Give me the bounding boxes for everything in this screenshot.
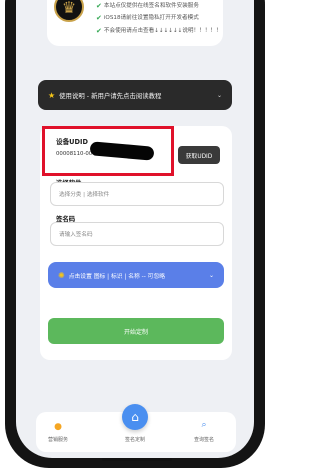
- check-icon: ✔: [96, 2, 102, 10]
- settings-button-label: 点击设置 图标 | 标识 | 名称 -- 可忽略: [68, 273, 166, 280]
- help-icon[interactable]: ●: [38, 422, 78, 432]
- signcode-input[interactable]: 请输入签名码: [50, 222, 224, 246]
- check-icon: ✔: [96, 14, 102, 22]
- home-indicator: [102, 458, 172, 461]
- star-icon: ★: [48, 90, 56, 100]
- chevron-down-icon: ⌄: [208, 271, 214, 279]
- instructions-banner[interactable]: ★ 使用说明 - 新用户请先点击阅读教程 ⌄: [38, 80, 232, 110]
- check-icon: ✔: [96, 27, 102, 35]
- start-customize-button[interactable]: 开始定制: [48, 318, 224, 344]
- gear-icon: ✺: [58, 270, 65, 280]
- notice-text: iOS18请前往设置隐私打开开发者模式: [103, 15, 199, 21]
- home-tab-button[interactable]: ⌂: [122, 404, 148, 430]
- tab-help[interactable]: 营销服务: [38, 436, 78, 443]
- chevron-down-icon: ⌄: [216, 91, 222, 99]
- notice-item: ✔ 不会使用请点击查看↓↓↓↓↓↓说明！！！！！: [96, 27, 222, 35]
- settings-button[interactable]: ✺ 点击设置 图标 | 标识 | 名称 -- 可忽略 ⌄: [48, 262, 224, 288]
- notice-text: 本站点仅提供在线签名和软件安装服务: [103, 3, 199, 9]
- banner-label: 使用说明 - 新用户请先点击阅读教程: [59, 91, 162, 100]
- notice-item: ✔ 本站点仅提供在线签名和软件安装服务: [96, 2, 199, 10]
- search-icon[interactable]: ⌕: [184, 420, 224, 430]
- tab-sign[interactable]: 签名定制: [115, 436, 155, 443]
- software-select[interactable]: 选择分类 | 选择软件: [50, 182, 224, 206]
- notice-item: ✔ iOS18请前往设置隐私打开开发者模式: [96, 14, 199, 22]
- notice-text: 不会使用请点击查看↓↓↓↓↓↓说明！！！！！: [103, 28, 222, 34]
- udid-highlight-box: [42, 126, 174, 176]
- tab-query[interactable]: 查询签名: [184, 436, 224, 443]
- get-udid-button[interactable]: 获取UDID: [178, 146, 220, 164]
